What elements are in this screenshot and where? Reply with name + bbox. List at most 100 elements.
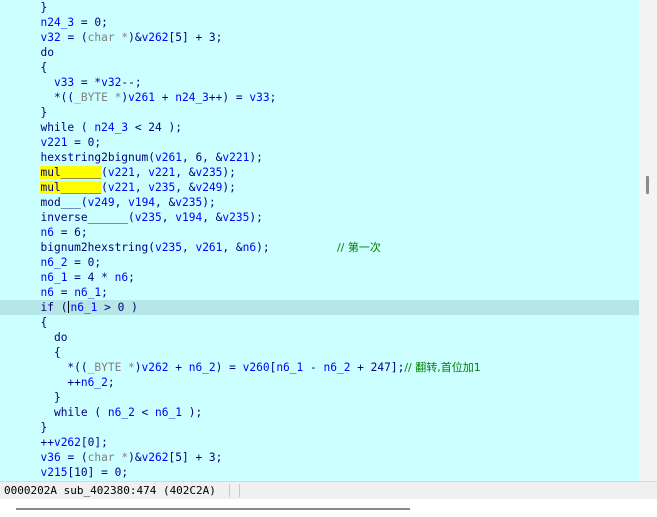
code-line[interactable]: n6 = 6; (27, 225, 87, 240)
code-line[interactable]: v33 = *v32--; (27, 75, 142, 90)
code-line[interactable]: inverse______(v235, v194, &v235); (27, 210, 262, 225)
code-line[interactable]: v221 = 0; (27, 135, 101, 150)
code-text: { (27, 61, 48, 74)
variable-token: v221 (107, 181, 135, 194)
code-text: ( (74, 121, 95, 134)
code-line[interactable]: *((_BYTE *)v261 + n24_3++) = v33; (27, 90, 276, 105)
code-line[interactable]: } (27, 105, 47, 120)
code-line[interactable]: do (27, 330, 67, 345)
code-line[interactable]: ++n6_2; (27, 375, 114, 390)
variable-token: v260 (242, 361, 270, 374)
code-line[interactable]: mul______(v221, v221, &v235); (27, 165, 236, 180)
code-text: *(( (27, 361, 88, 374)
code-line[interactable]: mul______(v221, v235, &v249); (27, 180, 236, 195)
code-line[interactable]: } (27, 0, 47, 15)
variable-token: n6_1 (70, 301, 98, 314)
code-line[interactable]: n6 = n6_1; (27, 285, 107, 300)
code-text: ) = (215, 361, 243, 374)
code-line[interactable]: v32 = (char *)&v262[5] + 3; (27, 30, 222, 45)
variable-token: n6_2 (40, 256, 68, 269)
variable-token: n6 (242, 241, 257, 254)
code-text: ( (80, 196, 88, 209)
variable-token: n24_3 (175, 91, 209, 104)
code-text: , (134, 166, 149, 179)
variable-token: v249 (195, 181, 223, 194)
code-line[interactable]: hexstring2bignum(v261, 6, &v221); (27, 150, 263, 165)
code-text: = 0; (67, 136, 102, 149)
code-line[interactable]: do (27, 45, 53, 60)
vertical-scroll-thumb[interactable] (646, 176, 649, 194)
code-text: } (27, 1, 48, 14)
variable-token: v262 (53, 436, 81, 449)
code-line[interactable]: { (27, 60, 47, 75)
variable-token: v261 (128, 91, 156, 104)
variable-token: n24_3 (40, 16, 75, 29)
horizontal-scrollbar[interactable] (0, 499, 657, 517)
status-bar: 0000202A sub_402380:474 (402C2A) (0, 481, 657, 499)
variable-token: n6_2 (80, 376, 108, 389)
code-text: ); (202, 196, 216, 209)
vertical-scrollbar[interactable] (639, 0, 657, 481)
code-text: [0]; (80, 436, 108, 449)
code-line[interactable]: while ( n6_2 < n6_1 ); (27, 405, 202, 420)
code-text: , (181, 241, 196, 254)
code-line[interactable]: ++v262[0]; (27, 435, 108, 450)
code-line[interactable]: { (27, 315, 47, 330)
variable-token: n24_3 (94, 121, 129, 134)
variable-token: v235 (195, 166, 223, 179)
code-text: ( (101, 166, 108, 179)
variable-token: n6 (114, 271, 129, 284)
horizontal-scroll-thumb[interactable] (16, 508, 410, 510)
code-text: ; (128, 271, 135, 284)
code-text: = 4 * (67, 271, 115, 284)
code-line[interactable]: n6_1 = 4 * n6; (27, 270, 135, 285)
variable-token: v235 (175, 196, 203, 209)
code-line[interactable]: *((_BYTE *)v262 + n6_2) = v260[n6_1 - n6… (27, 360, 480, 375)
code-text: + 247]; (350, 361, 405, 374)
variable-token: v194 (128, 196, 156, 209)
highlighted-function-token: mul______ (40, 166, 102, 179)
code-line[interactable]: bignum2hexstring(v235, v261, &n6); // 第一… (27, 240, 380, 255)
type-token: _BYTE * (87, 361, 135, 374)
variable-token: v235 (155, 241, 182, 254)
code-line[interactable]: v215[10] = 0; (27, 465, 128, 480)
function-token: bignum2hexstring (40, 241, 149, 254)
code-line[interactable]: v36 = (char *)&v262[5] + 3; (27, 450, 222, 465)
variable-token: v36 (40, 451, 61, 464)
pseudocode-view[interactable]: } n24_3 = 0; v32 = (char *)&v262[5] + 3;… (0, 0, 639, 481)
code-text: )& (128, 451, 142, 464)
code-text: ( (87, 406, 108, 419)
code-line[interactable]: while ( n24_3 < 24 ); (27, 120, 181, 135)
code-text: [5] + 3; (168, 31, 223, 44)
variable-token: n6 (40, 286, 54, 299)
code-line[interactable]: } (27, 390, 61, 405)
code-line[interactable]: if (n6_1 > 0 ) (27, 300, 138, 315)
variable-token: n6_1 (40, 271, 68, 284)
code-line[interactable]: mod___(v249, v194, &v235); (27, 195, 216, 210)
code-text: = 0; (67, 256, 102, 269)
code-text: , & (175, 181, 196, 194)
code-text: , (134, 181, 149, 194)
code-line[interactable]: n24_3 = 0; (27, 15, 107, 30)
code-text: , (161, 211, 176, 224)
code-line[interactable]: } (27, 420, 47, 435)
variable-token: v221 (40, 136, 68, 149)
code-text: [5] + 3; (168, 451, 223, 464)
code-line[interactable]: { (27, 345, 61, 360)
type-token: _BYTE * (74, 91, 122, 104)
code-line[interactable]: n6_2 = 0; (27, 255, 101, 270)
code-text: , (114, 196, 129, 209)
code-text: [10] = 0; (67, 466, 129, 479)
code-text: ); (181, 406, 203, 419)
code-text: ); (249, 151, 263, 164)
code-text: ); (222, 166, 236, 179)
function-token: inverse______ (40, 211, 129, 224)
